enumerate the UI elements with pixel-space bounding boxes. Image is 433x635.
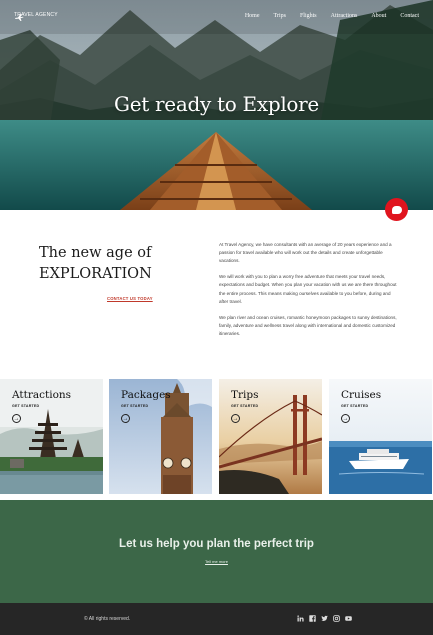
- linkedin-icon[interactable]: [297, 615, 304, 622]
- chat-button[interactable]: [385, 198, 408, 221]
- twitter-icon[interactable]: [321, 615, 328, 622]
- get-started-label: GET STARTED: [121, 404, 149, 408]
- card-packages[interactable]: Packages GET STARTED →: [109, 379, 212, 494]
- intro-paragraph: At Travel Agency, we have consultants wi…: [219, 242, 392, 264]
- card-cruises[interactable]: Cruises GET STARTED →: [329, 379, 432, 494]
- nav-link-flights[interactable]: Flights: [300, 13, 317, 19]
- instagram-icon[interactable]: [333, 615, 340, 622]
- cta-title: Let us help you plan the perfect trip: [119, 538, 314, 550]
- nav-link-contact[interactable]: Contact: [400, 13, 419, 19]
- arrow-right-icon[interactable]: →: [231, 414, 240, 423]
- intro-heading-line2: EXPLORATION: [39, 266, 152, 282]
- get-started-label: GET STARTED: [231, 404, 259, 408]
- top-navbar: TRAVEL AGENCY Home Trips Flights Attract…: [0, 0, 433, 34]
- contact-us-link[interactable]: CONTACT US TODAY: [107, 296, 153, 301]
- card-title: Packages: [121, 389, 171, 401]
- cta-section: Let us help you plan the perfect trip Te…: [0, 500, 433, 603]
- intro-paragraph: We plan river and ocean cruises, romanti…: [219, 314, 397, 337]
- chat-bubble-icon: [391, 205, 402, 214]
- footer: © All rights reserved.: [0, 603, 433, 635]
- nav-link-home[interactable]: Home: [245, 13, 260, 19]
- card-title: Attractions: [12, 389, 72, 401]
- get-started-label: GET STARTED: [341, 404, 369, 408]
- hero-section: TRAVEL AGENCY Home Trips Flights Attract…: [0, 0, 433, 210]
- intro-text: At Travel Agency, we have consultants wi…: [219, 241, 397, 346]
- card-trips[interactable]: Trips GET STARTED →: [219, 379, 322, 494]
- nav-links: Home Trips Flights Attractions About Con…: [245, 13, 419, 19]
- youtube-icon[interactable]: [345, 615, 352, 622]
- facebook-icon[interactable]: [309, 615, 316, 622]
- hero-title: Get ready to Explore: [114, 92, 319, 116]
- nav-link-about[interactable]: About: [371, 13, 386, 19]
- card-title: Trips: [231, 389, 259, 401]
- social-links: [297, 615, 352, 622]
- nav-link-trips[interactable]: Trips: [274, 13, 286, 19]
- arrow-right-icon[interactable]: →: [121, 414, 130, 423]
- logo[interactable]: TRAVEL AGENCY: [14, 12, 58, 21]
- intro-heading-line1: The new age of: [39, 245, 152, 261]
- arrow-right-icon[interactable]: →: [12, 414, 21, 423]
- card-title: Cruises: [341, 389, 382, 401]
- airplane-icon: [15, 14, 24, 21]
- tell-me-more-link[interactable]: Tell me more: [0, 559, 433, 564]
- get-started-label: GET STARTED: [12, 404, 40, 408]
- intro-heading: The new age of EXPLORATION: [39, 243, 199, 285]
- copyright-text: © All rights reserved.: [84, 616, 131, 622]
- card-attractions[interactable]: Attractions GET STARTED →: [0, 379, 103, 494]
- nav-link-attractions[interactable]: Attractions: [331, 13, 358, 19]
- intro-paragraph: We will work with you to plan a worry fr…: [219, 274, 397, 304]
- arrow-right-icon[interactable]: →: [341, 414, 350, 423]
